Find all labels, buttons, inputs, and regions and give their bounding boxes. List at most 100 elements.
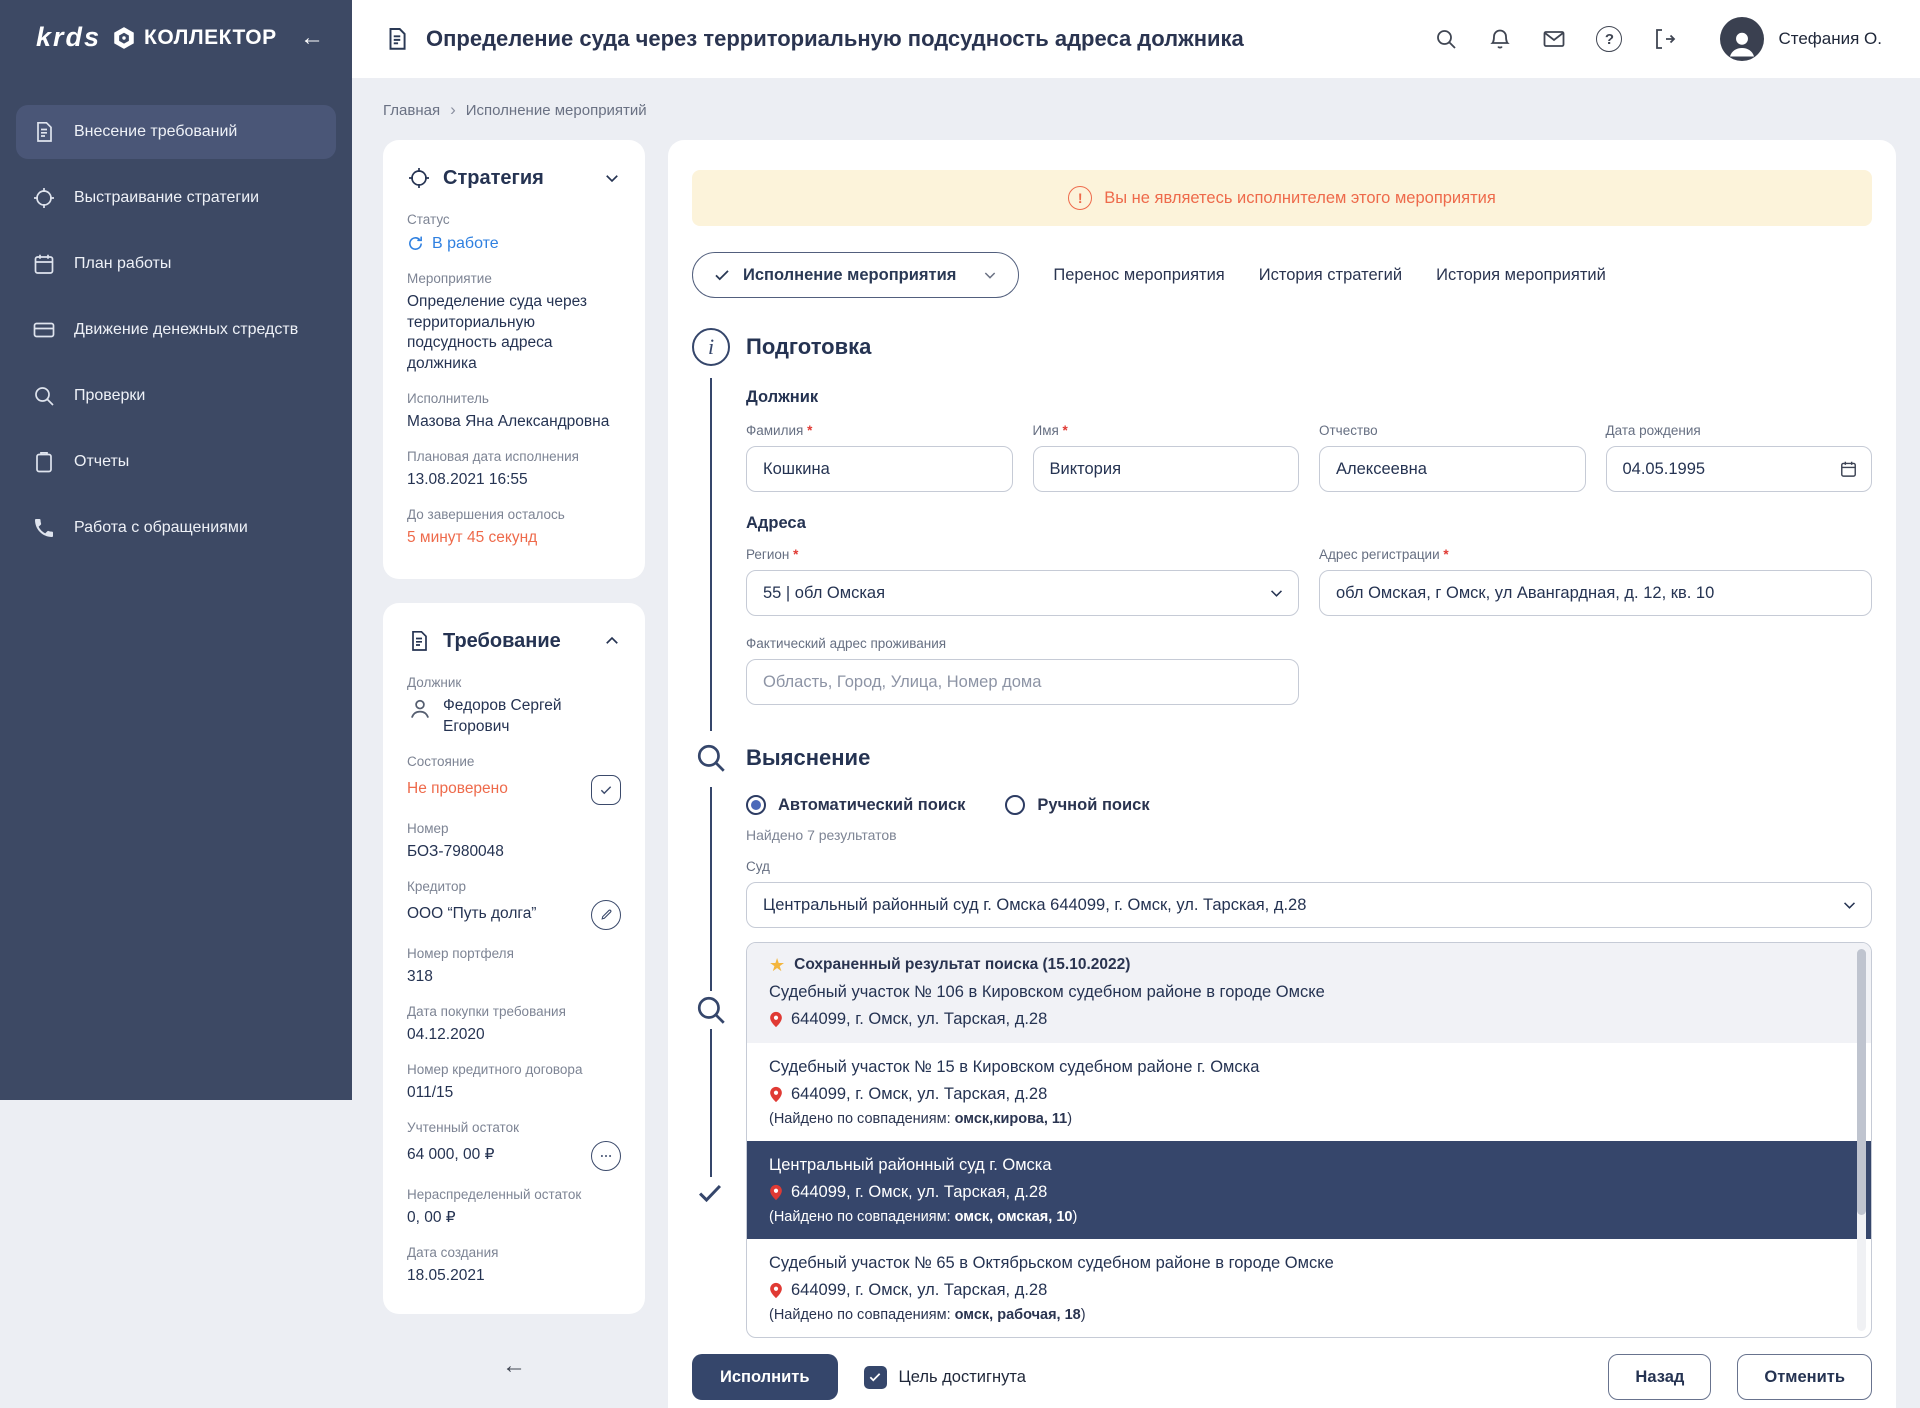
user-menu[interactable]: Стефания О. (1720, 17, 1882, 61)
surname-label: Фамилия (746, 423, 1013, 438)
page-title-doc-icon (384, 26, 410, 52)
breadcrumb-home[interactable]: Главная (383, 102, 440, 119)
chevron-down-icon[interactable] (603, 169, 621, 187)
mail-icon[interactable] (1542, 27, 1566, 51)
sidebar-item-label: Отчеты (74, 453, 129, 471)
requirement-card-title: Требование (443, 630, 561, 653)
purchase-date-value: 04.12.2020 (407, 1025, 621, 1046)
sidebar-item-plan-raboty[interactable]: План работы (16, 237, 336, 291)
court-result-match: (Найдено по совпадениям: омск, рабочая, … (769, 1307, 1849, 1323)
sidebar-nav: Внесение требований Выстраивание стратег… (0, 105, 352, 555)
registration-address-field[interactable] (1319, 570, 1872, 616)
sidebar-item-label: Проверки (74, 387, 145, 405)
status-label: Статус (407, 212, 621, 227)
region-select[interactable] (746, 570, 1299, 616)
created-date-value: 18.05.2021 (407, 1266, 621, 1287)
court-result-title: Центральный районный суд г. Омска (769, 1154, 1849, 1177)
bell-icon[interactable] (1488, 27, 1512, 51)
chevron-up-icon[interactable] (603, 632, 621, 650)
patronymic-field[interactable] (1319, 446, 1586, 492)
debtor-group-title: Должник (746, 388, 1872, 407)
court-result-address: 644099, г. Омск, ул. Тарская, д.28 (791, 1085, 1047, 1104)
court-result-title: Судебный участок № 65 в Октябрьском суде… (769, 1252, 1849, 1275)
calendar-icon (32, 252, 56, 276)
logo-name-text: КОЛЛЕКТОР (144, 26, 277, 50)
court-select[interactable] (746, 882, 1872, 928)
more-options-button[interactable] (591, 1141, 621, 1171)
radio-manual-label: Ручной поиск (1037, 796, 1149, 815)
map-pin-icon (769, 1184, 783, 1201)
cancel-button[interactable]: Отменить (1737, 1354, 1872, 1400)
left-column: krds КОЛЛЕКТОР ← Внесение требований Выс… (0, 0, 352, 1408)
avatar (1720, 17, 1764, 61)
creditor-value: ООО “Путь долга” (407, 904, 536, 925)
sidebar-item-vnesenie-trebovaniy[interactable]: Внесение требований (16, 105, 336, 159)
tabs-row: Исполнение мероприятия Перенос мероприят… (692, 252, 1872, 298)
sidebar-item-dvizhenie-sredstv[interactable]: Движение денежных стредств (16, 303, 336, 357)
executor-label: Исполнитель (407, 391, 621, 406)
investigation-section: Автоматический поиск Ручной поиск Найден… (746, 795, 1872, 1338)
calendar-icon[interactable] (1839, 460, 1858, 479)
court-result-match: (Найдено по совпадениям: омск, омская, 1… (769, 1209, 1849, 1225)
warning-icon: ! (1068, 186, 1092, 210)
sidebar-item-label: Выстраивание стратегии (74, 189, 259, 207)
name-label: Имя (1033, 423, 1300, 438)
breadcrumb-current: Исполнение мероприятий (466, 102, 647, 119)
sidebar-item-otchety[interactable]: Отчеты (16, 435, 336, 489)
search-icon[interactable] (1434, 27, 1458, 51)
preparation-section: Должник Фамилия Имя Отчество (746, 388, 1872, 705)
purchase-date-label: Дата покупки требования (407, 1004, 621, 1019)
tab-strategy-history[interactable]: История стратегий (1259, 266, 1402, 285)
sidebar: krds КОЛЛЕКТОР ← Внесение требований Выс… (0, 0, 352, 1100)
sidebar-item-proverki[interactable]: Проверки (16, 369, 336, 423)
tab-execution-dropdown[interactable]: Исполнение мероприятия (692, 252, 1019, 298)
edit-pencil-button[interactable] (591, 900, 621, 930)
remaining-label: До завершения осталось (407, 507, 621, 522)
court-result-saved[interactable]: ★ Сохраненный результат поиска (15.10.20… (747, 943, 1871, 1043)
court-result-item-selected[interactable]: Центральный районный суд г. Омска 644099… (747, 1141, 1871, 1239)
logout-icon[interactable] (1652, 27, 1676, 51)
number-value: БОЗ-7980048 (407, 842, 621, 863)
user-name: Стефания О. (1778, 29, 1882, 49)
balance-value: 64 000, 00 ₽ (407, 1145, 494, 1166)
status-value: В работе (407, 233, 621, 255)
state-label: Состояние (407, 754, 621, 769)
scrollbar-thumb[interactable] (1857, 949, 1866, 1215)
back-arrow-button[interactable]: ← (383, 1352, 645, 1380)
verify-check-button[interactable] (591, 775, 621, 805)
sidebar-collapse-button[interactable]: ← (300, 26, 324, 50)
tab-event-history[interactable]: История мероприятий (1436, 266, 1606, 285)
actual-address-field[interactable] (746, 659, 1299, 705)
birthdate-field[interactable] (1606, 446, 1873, 492)
logo: krds КОЛЛЕКТОР ← (0, 22, 352, 53)
tab-execution-label: Исполнение мероприятия (743, 266, 956, 285)
region-label: Регион (746, 547, 1299, 562)
back-button[interactable]: Назад (1608, 1354, 1711, 1400)
magnifier-icon (692, 739, 730, 777)
sidebar-item-vystraivanie-strategii[interactable]: Выстраивание стратегии (16, 171, 336, 225)
search-icon (32, 384, 56, 408)
warning-banner: ! Вы не являетесь исполнителем этого мер… (692, 170, 1872, 226)
goal-checkbox[interactable]: Цель достигнута (864, 1366, 1026, 1389)
court-result-item[interactable]: Судебный участок № 15 в Кировском судебн… (747, 1043, 1871, 1141)
top-bar: Определение суда через территориальную п… (352, 0, 1920, 78)
execute-button[interactable]: Исполнить (692, 1354, 838, 1400)
sidebar-item-label: План работы (74, 255, 171, 273)
magnifier-step-icon (692, 991, 730, 1029)
checkbox-checked-icon (864, 1366, 887, 1389)
surname-field[interactable] (746, 446, 1013, 492)
help-icon[interactable]: ? (1596, 26, 1622, 52)
sidebar-item-obrashcheniya[interactable]: Работа с обращениями (16, 501, 336, 555)
registration-address-label: Адрес регистрации (1319, 547, 1872, 562)
court-result-address: 644099, г. Омск, ул. Тарская, д.28 (791, 1281, 1047, 1300)
name-field[interactable] (1033, 446, 1300, 492)
strategy-card: Стратегия Статус В работе (383, 140, 645, 579)
side-cards: Стратегия Статус В работе (383, 140, 645, 1380)
investigation-title: Выяснение (746, 745, 870, 771)
content-area: Главная › Исполнение мероприятий Стратег… (352, 78, 1920, 1408)
radio-manual-search[interactable]: Ручной поиск (1005, 795, 1149, 815)
tab-transfer[interactable]: Перенос мероприятия (1053, 266, 1224, 285)
addresses-group-title: Адреса (746, 514, 1872, 533)
radio-auto-search[interactable]: Автоматический поиск (746, 795, 965, 815)
court-result-item[interactable]: Судебный участок № 65 в Октябрьском суде… (747, 1239, 1871, 1337)
